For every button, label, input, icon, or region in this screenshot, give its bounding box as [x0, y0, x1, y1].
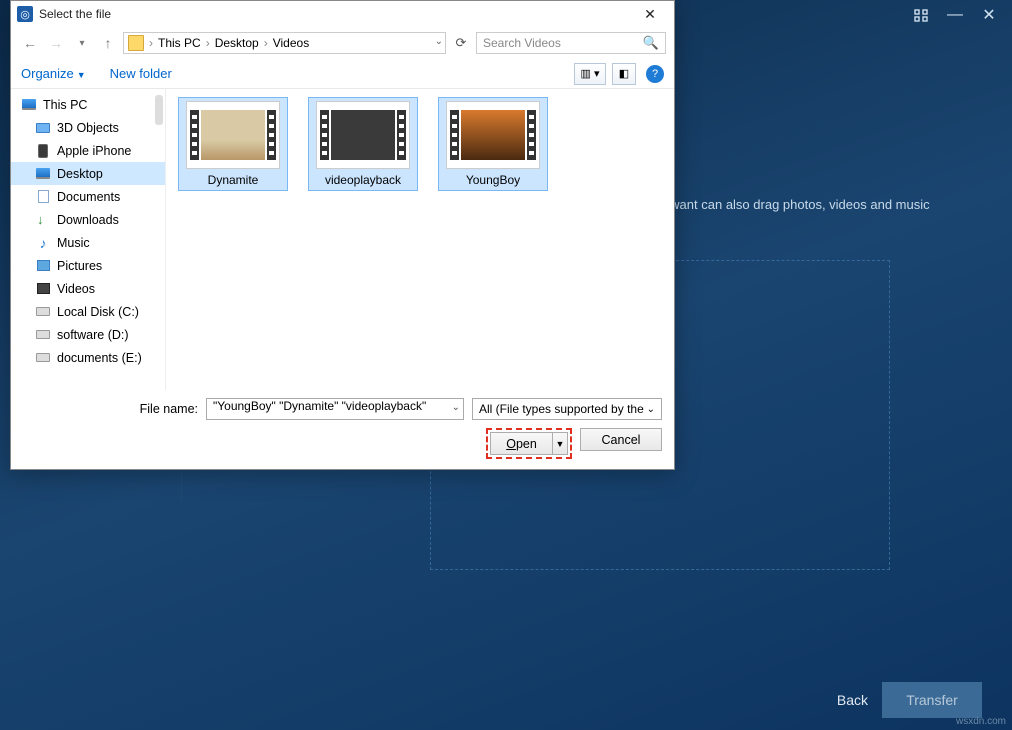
watermark: wsxdn.com — [956, 716, 1006, 727]
cancel-button[interactable]: Cancel — [580, 428, 662, 451]
menu-icon[interactable] — [906, 3, 936, 27]
open-dropdown-button[interactable]: ▼ — [552, 432, 568, 455]
folder-icon — [128, 35, 144, 51]
file-dynamite[interactable]: Dynamite — [178, 97, 288, 191]
tree-apple-iphone[interactable]: Apple iPhone — [11, 139, 165, 162]
file-label: Dynamite — [208, 173, 259, 187]
file-label: videoplayback — [325, 173, 401, 187]
minimize-button[interactable]: — — [940, 3, 970, 27]
view-mode-button[interactable]: ▥ ▾ — [574, 63, 606, 85]
tree-desktop[interactable]: Desktop — [11, 162, 165, 185]
breadcrumb-root[interactable]: This PC — [158, 36, 201, 50]
dialog-title: Select the file — [39, 7, 111, 21]
new-folder-button[interactable]: New folder — [110, 66, 172, 81]
nav-up-button[interactable]: ↑ — [97, 32, 119, 54]
tree-software-d[interactable]: software (D:) — [11, 323, 165, 346]
tree-local-disk-c[interactable]: Local Disk (C:) — [11, 300, 165, 323]
search-placeholder: Search Videos — [483, 36, 561, 50]
filename-input[interactable]: "YoungBoy" "Dynamite" "videoplayback"⌄ — [206, 398, 464, 420]
help-button[interactable]: ? — [646, 65, 664, 83]
nav-forward-button[interactable]: → — [45, 32, 67, 54]
back-button[interactable]: Back — [837, 692, 868, 708]
dialog-close-button[interactable]: ✕ — [632, 3, 668, 25]
breadcrumb-videos[interactable]: Videos — [273, 36, 309, 50]
open-button[interactable]: Open — [490, 432, 552, 455]
file-list[interactable]: Dynamite videoplayback YoungBoy — [166, 89, 674, 390]
tree-documents-e[interactable]: documents (E:) — [11, 346, 165, 369]
tree-videos[interactable]: Videos — [11, 277, 165, 300]
transfer-button[interactable]: Transfer — [882, 682, 982, 718]
file-open-dialog: ◎ Select the file ✕ ← → ▾ ↑ › This PC › … — [10, 0, 675, 470]
file-videoplayback[interactable]: videoplayback — [308, 97, 418, 191]
tree-downloads[interactable]: Downloads — [11, 208, 165, 231]
file-youngboy[interactable]: YoungBoy — [438, 97, 548, 191]
filename-label: File name: — [23, 402, 198, 416]
tree-this-pc[interactable]: This PC — [11, 93, 165, 116]
app-icon: ◎ — [17, 6, 33, 22]
scrollbar[interactable] — [155, 95, 163, 125]
search-input[interactable]: Search Videos 🔍 — [476, 32, 666, 54]
tree-3d-objects[interactable]: 3D Objects — [11, 116, 165, 139]
breadcrumb[interactable]: › This PC › Desktop › Videos ⌄ — [123, 32, 446, 54]
search-icon: 🔍 — [643, 35, 659, 51]
folder-tree[interactable]: This PC 3D Objects Apple iPhone Desktop … — [11, 89, 166, 390]
nav-back-button[interactable]: ← — [19, 32, 41, 54]
file-label: YoungBoy — [466, 173, 520, 187]
tree-documents[interactable]: Documents — [11, 185, 165, 208]
open-button-highlight: Open ▼ — [486, 428, 572, 459]
preview-pane-button[interactable]: ◧ — [612, 63, 636, 85]
filetype-select[interactable]: All (File types supported by the⌄ — [472, 398, 662, 420]
tree-pictures[interactable]: Pictures — [11, 254, 165, 277]
nav-recent-button[interactable]: ▾ — [71, 32, 93, 54]
breadcrumb-desktop[interactable]: Desktop — [215, 36, 259, 50]
close-button[interactable]: ✕ — [974, 3, 1004, 27]
tree-music[interactable]: ♪Music — [11, 231, 165, 254]
refresh-button[interactable]: ⟳ — [450, 32, 472, 54]
organize-menu[interactable]: Organize▼ — [21, 66, 86, 81]
